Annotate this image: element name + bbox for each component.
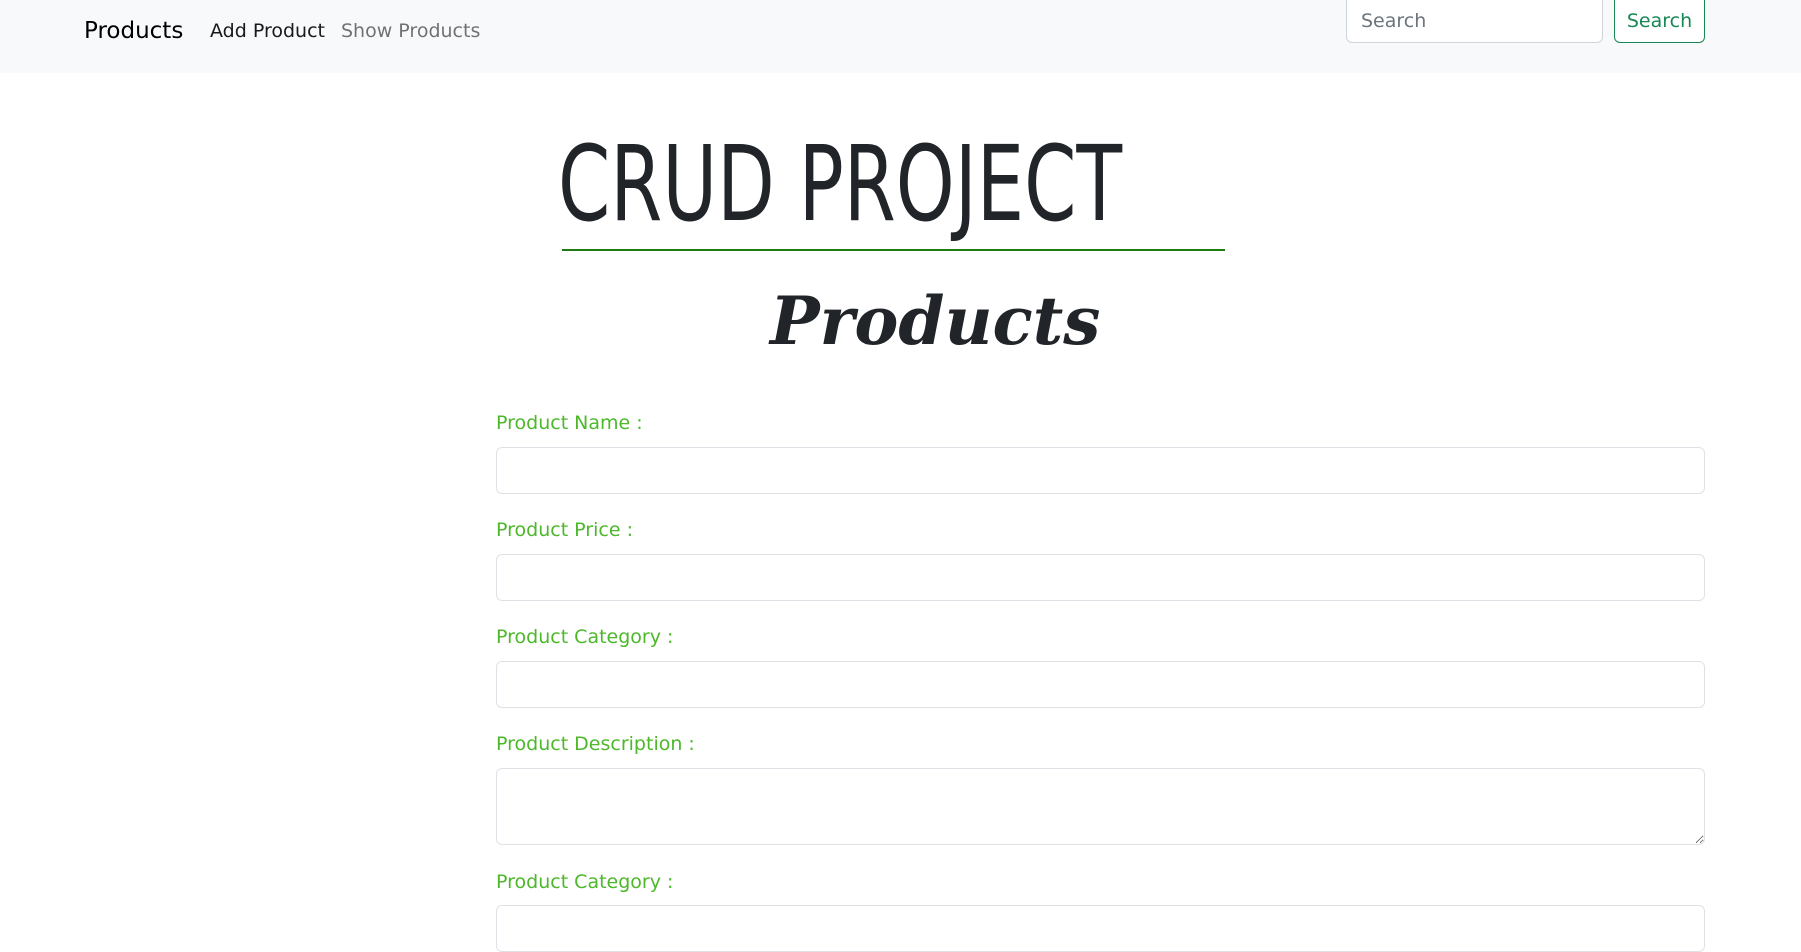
navbar-brand[interactable]: Products	[84, 14, 183, 48]
product-category-label-2: Product Category :	[496, 871, 674, 893]
product-name-label: Product Name :	[496, 412, 643, 434]
product-category-label: Product Category :	[496, 626, 674, 648]
product-category-input-2[interactable]	[496, 905, 1705, 952]
product-description-textarea[interactable]	[496, 768, 1705, 845]
title-underline	[562, 249, 1225, 251]
product-description-label: Product Description :	[496, 733, 695, 755]
product-name-input[interactable]	[496, 447, 1705, 494]
product-price-input[interactable]	[496, 554, 1705, 601]
page-subtitle: Products	[770, 282, 1101, 360]
search-button[interactable]: Search	[1614, 0, 1705, 43]
product-price-label: Product Price :	[496, 519, 633, 541]
product-category-input[interactable]	[496, 661, 1705, 708]
nav-link-add-product[interactable]: Add Product	[210, 18, 325, 44]
navbar: Products Add Product Show Products Searc…	[0, 0, 1801, 73]
search-input[interactable]	[1346, 0, 1603, 43]
page-title: CRUD PROJECT	[558, 123, 1123, 245]
nav-link-show-products[interactable]: Show Products	[341, 18, 480, 44]
